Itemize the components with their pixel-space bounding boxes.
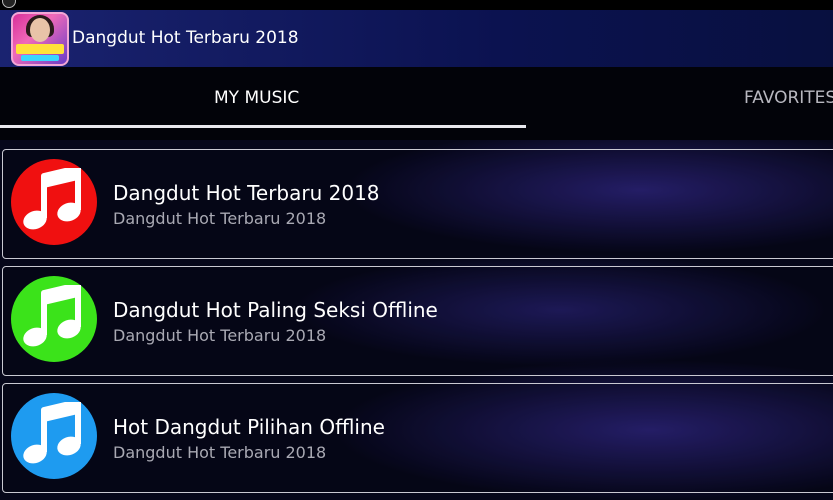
status-bar	[0, 0, 833, 10]
list-item-title: Hot Dangdut Pilihan Offline	[113, 415, 385, 439]
music-note-icon	[11, 393, 97, 479]
list-item[interactable]: Dangdut Hot Paling Seksi Offline Dangdut…	[2, 266, 833, 376]
music-note-glyph	[23, 402, 81, 464]
logo-face	[30, 18, 50, 42]
list-item-subtitle: Dangdut Hot Terbaru 2018	[113, 326, 327, 345]
logo-banner-secondary	[21, 55, 59, 61]
music-note-glyph	[23, 285, 81, 347]
tab-favorites[interactable]: FAVORITES	[744, 88, 833, 108]
music-note-glyph	[23, 168, 81, 230]
music-note-icon	[11, 159, 97, 245]
list-item[interactable]: Dangdut Hot Terbaru 2018 Dangdut Hot Ter…	[2, 149, 833, 259]
list-item-subtitle: Dangdut Hot Terbaru 2018	[113, 209, 327, 228]
app-screen: Dangdut Hot Terbaru 2018 MY MUSIC FAVORI…	[0, 0, 833, 500]
list-item-title: Dangdut Hot Terbaru 2018	[113, 181, 380, 205]
tab-my-music[interactable]: MY MUSIC	[214, 88, 299, 108]
list-item-subtitle: Dangdut Hot Terbaru 2018	[113, 443, 327, 462]
app-bar: Dangdut Hot Terbaru 2018	[0, 10, 833, 67]
status-icon	[2, 0, 16, 8]
tab-indicator	[0, 125, 526, 128]
tab-bar: MY MUSIC FAVORITES	[0, 67, 833, 140]
logo-banner	[16, 44, 64, 54]
list-item-title: Dangdut Hot Paling Seksi Offline	[113, 298, 438, 322]
app-logo-icon[interactable]	[11, 12, 69, 66]
music-note-icon	[11, 276, 97, 362]
app-title: Dangdut Hot Terbaru 2018	[72, 28, 299, 48]
list-item[interactable]: Hot Dangdut Pilihan Offline Dangdut Hot …	[2, 383, 833, 493]
